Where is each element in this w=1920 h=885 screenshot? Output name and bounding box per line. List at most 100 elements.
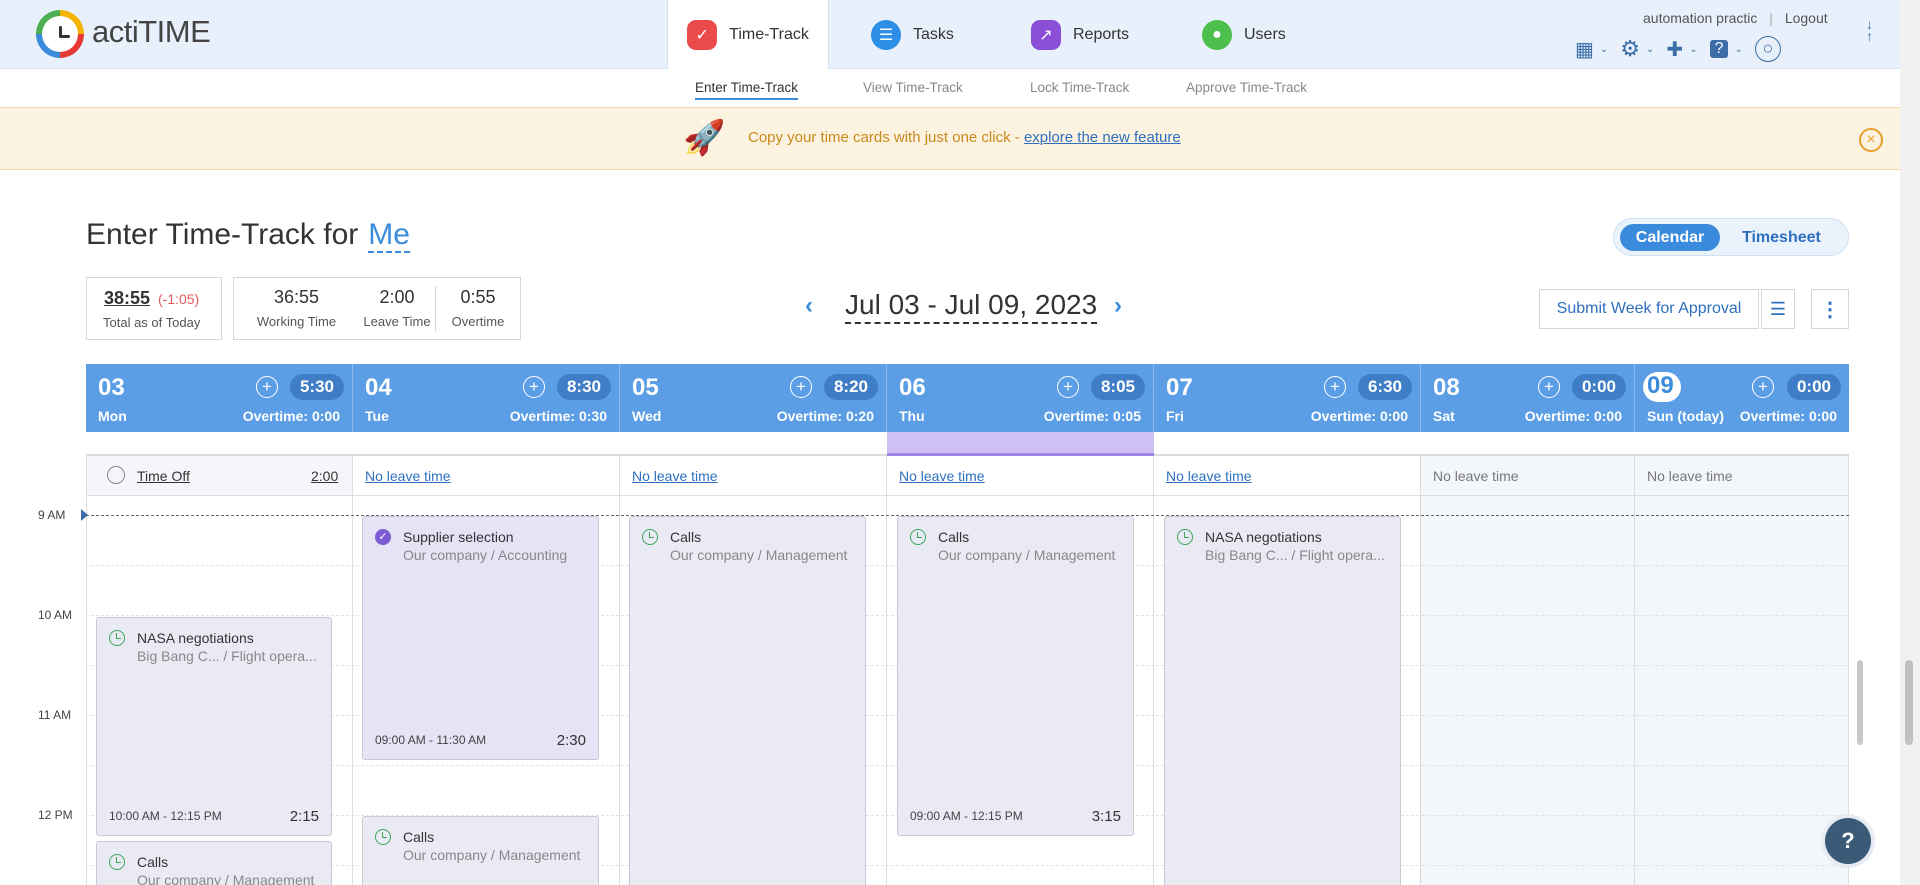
add-time-icon[interactable]: +: [1324, 376, 1346, 398]
promo-banner: 🚀 Copy your time cards with just one cli…: [0, 107, 1900, 170]
tab-reports[interactable]: ↗ Reports: [1031, 0, 1129, 69]
no-leave-link[interactable]: No leave time: [1166, 468, 1252, 484]
overtime-label: Overtime: [451, 314, 505, 329]
prev-week-icon[interactable]: ‹: [805, 292, 813, 320]
calendar-icon[interactable]: ▦: [1575, 37, 1594, 62]
lightbulb-icon[interactable]: ○: [1754, 36, 1781, 62]
day-overtime: Overtime: 0:00: [1739, 408, 1837, 424]
subtab-approve-time-track[interactable]: Approve Time-Track: [1186, 80, 1307, 95]
card-range: 09:00 AM - 11:30 AM: [375, 733, 487, 747]
chevron-down-icon[interactable]: ⌄: [1646, 44, 1654, 55]
day-column[interactable]: [1635, 496, 1849, 885]
day-total: 8:20: [823, 374, 878, 400]
chevron-down-icon[interactable]: ⌄: [1734, 44, 1742, 55]
scrollbar-thumb[interactable]: [1905, 660, 1913, 745]
clock-icon: [910, 529, 926, 545]
leave-time-label: Leave Time: [363, 314, 431, 329]
toolbar-icons: ▦ ⌄ ⚙ ⌄ ✚ ⌄ ? ⌄ ○: [1575, 36, 1781, 62]
card-title: NASA negotiations: [1205, 529, 1322, 545]
no-leave-link[interactable]: No leave time: [899, 468, 985, 484]
more-options-icon[interactable]: ⋮: [1811, 289, 1849, 329]
subtab-view-time-track[interactable]: View Time-Track: [863, 80, 963, 95]
card-subtitle: Our company / Management: [403, 847, 581, 863]
app-name[interactable]: actiTIME: [92, 14, 211, 50]
actitime-logo-icon[interactable]: [36, 10, 84, 58]
add-time-icon[interactable]: +: [790, 376, 812, 398]
user-selector[interactable]: Me: [368, 218, 410, 253]
add-time-icon[interactable]: +: [523, 376, 545, 398]
tab-tasks[interactable]: ☰ Tasks: [871, 0, 954, 69]
day-column[interactable]: [1421, 496, 1635, 885]
add-time-icon[interactable]: +: [1752, 376, 1774, 398]
list-view-icon[interactable]: ☰: [1761, 289, 1795, 329]
day-number: 06: [899, 374, 926, 401]
subtab-enter-time-track[interactable]: Enter Time-Track: [695, 80, 799, 100]
time-card[interactable]: NASA negotiations Big Bang C... / Flight…: [96, 617, 332, 836]
logout-link[interactable]: Logout: [1785, 10, 1828, 26]
gear-icon[interactable]: ⚙: [1620, 36, 1640, 62]
tab-users[interactable]: ● Users: [1202, 0, 1286, 69]
card-subtitle: Our company / Management: [670, 547, 848, 563]
top-bar: actiTIME ✓ Time-Track ☰ Tasks ↗ Reports …: [0, 0, 1900, 70]
next-week-icon[interactable]: ›: [1114, 292, 1122, 320]
time-card[interactable]: Calls Our company / Management: [96, 841, 332, 885]
time-card[interactable]: Calls Our company / Management: [362, 816, 599, 885]
chevron-down-icon[interactable]: ⌄: [1689, 44, 1697, 55]
grid-line: [86, 865, 1849, 866]
add-time-icon[interactable]: +: [1057, 376, 1079, 398]
clock-icon: [642, 529, 658, 545]
close-banner-icon[interactable]: ×: [1859, 128, 1883, 152]
time-off-link[interactable]: Time Off: [137, 468, 190, 484]
overtime-value: 0:55: [460, 287, 496, 307]
subtabs: Enter Time-Track View Time-Track Lock Ti…: [0, 70, 1900, 107]
day-name: Mon: [98, 408, 127, 424]
total-delta: (-1:05): [157, 291, 200, 307]
add-time-icon[interactable]: +: [1538, 376, 1560, 398]
time-card[interactable]: ✓ Supplier selection Our company / Accou…: [362, 516, 599, 760]
add-time-icon[interactable]: +: [256, 376, 278, 398]
user-name[interactable]: automation practic: [1643, 10, 1757, 26]
time-card[interactable]: Calls Our company / Management: [629, 516, 866, 885]
clock-icon: [375, 829, 391, 845]
card-title: Supplier selection: [403, 529, 514, 545]
day-name: Tue: [365, 408, 389, 424]
calendar-scrollbar[interactable]: [1857, 660, 1863, 745]
card-duration: 3:15: [1091, 808, 1121, 825]
hour-label: 10 AM: [38, 608, 73, 622]
calendar-view-button[interactable]: Calendar: [1620, 224, 1720, 251]
subtab-lock-time-track[interactable]: Lock Time-Track: [1030, 80, 1129, 95]
submit-week-button[interactable]: Submit Week for Approval: [1539, 289, 1759, 329]
today-marker: 09: [1643, 372, 1681, 402]
card-subtitle: Our company / Management: [137, 872, 315, 885]
collapse-icon[interactable]: ↓ ↑: [1866, 17, 1873, 43]
leave-cell-fri: No leave time: [1154, 456, 1421, 496]
no-leave-link[interactable]: No leave time: [632, 468, 718, 484]
day-overtime: Overtime: 0:00: [242, 408, 340, 424]
no-leave-link[interactable]: No leave time: [365, 468, 451, 484]
page-title: Enter Time-Track for Me: [86, 218, 410, 253]
day-overtime: Overtime: 0:05: [1043, 408, 1141, 424]
leave-cell-mon: Time Off 2:00: [86, 456, 353, 496]
page-scrollbar[interactable]: [1900, 0, 1920, 885]
rocket-icon: 🚀: [683, 119, 726, 157]
puzzle-icon[interactable]: ✚: [1666, 37, 1683, 62]
card-subtitle: Big Bang C... / Flight opera...: [137, 648, 317, 664]
time-off-hours[interactable]: 2:00: [311, 468, 338, 484]
time-card[interactable]: NASA negotiations Big Bang C... / Flight…: [1164, 516, 1401, 885]
explore-feature-link[interactable]: explore the new feature: [1024, 129, 1181, 146]
total-value[interactable]: 38:55: [104, 288, 150, 308]
users-icon: ●: [1202, 19, 1232, 50]
help-icon[interactable]: ?: [1709, 40, 1729, 58]
help-button[interactable]: ?: [1825, 818, 1871, 864]
leave-cell-thu: No leave time: [887, 456, 1154, 496]
chevron-down-icon[interactable]: ⌄: [1600, 44, 1608, 55]
week-range[interactable]: Jul 03 - Jul 09, 2023: [845, 288, 1098, 324]
time-card[interactable]: Calls Our company / Management 09:00 AM …: [897, 516, 1134, 836]
day-name: Wed: [632, 408, 662, 424]
tasks-icon: ☰: [871, 19, 901, 50]
day-total: 0:00: [1571, 374, 1626, 400]
timesheet-view-button[interactable]: Timesheet: [1742, 224, 1821, 251]
tab-label: Tasks: [913, 25, 954, 43]
tab-time-track[interactable]: ✓ Time-Track: [667, 0, 829, 70]
no-leave-text: No leave time: [1647, 468, 1733, 484]
